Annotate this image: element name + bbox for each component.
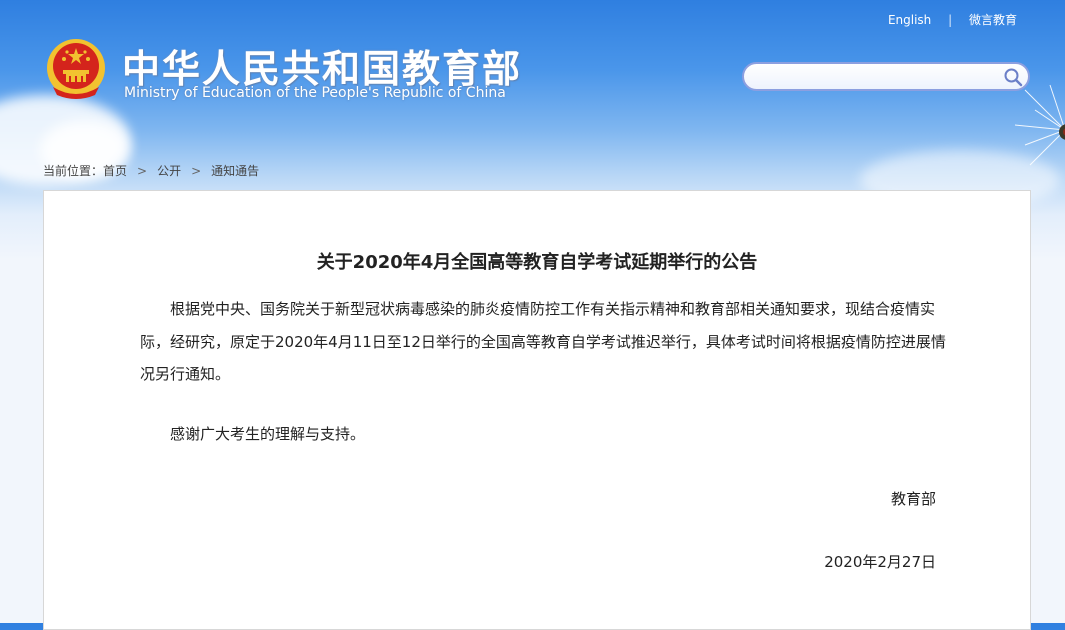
breadcrumb: 当前位置：首页 > 公开 > 通知通告: [43, 162, 259, 179]
weibo-link[interactable]: 微言教育: [969, 11, 1017, 28]
search-box: [742, 62, 1030, 91]
search-input[interactable]: [756, 64, 1000, 91]
chevron-right-icon: >: [191, 164, 202, 178]
article-body: 根据党中央、国务院关于新型冠状病毒感染的肺炎疫情防控工作有关指示精神和教育部相关…: [140, 293, 950, 391]
article-date: 2020年2月27日: [824, 553, 936, 571]
article-signature: 教育部: [890, 490, 936, 508]
article-panel: 关于2020年4月全国高等教育自学考试延期举行的公告 根据党中央、国务院关于新型…: [43, 190, 1031, 630]
site-subtitle: Ministry of Education of the People's Re…: [124, 85, 506, 101]
dandelion-decoration: [1014, 84, 1065, 166]
breadcrumb-prefix: 当前位置：: [43, 164, 104, 178]
article-title: 关于2020年4月全国高等教育自学考试延期举行的公告: [316, 252, 758, 273]
breadcrumb-public[interactable]: 公开: [157, 164, 181, 178]
article-thanks: 感谢广大考生的理解与支持。: [170, 425, 366, 443]
national-emblem-icon: [47, 39, 105, 99]
breadcrumb-notices[interactable]: 通知通告: [211, 164, 259, 178]
article-paragraph: 根据党中央、国务院关于新型冠状病毒感染的肺炎疫情防控工作有关指示精神和教育部相关…: [140, 300, 946, 383]
top-links: English | 微言教育: [888, 11, 1017, 28]
breadcrumb-home[interactable]: 首页: [103, 164, 127, 178]
chevron-right-icon: >: [137, 164, 148, 178]
link-separator: |: [948, 13, 953, 27]
english-link[interactable]: English: [888, 13, 931, 27]
